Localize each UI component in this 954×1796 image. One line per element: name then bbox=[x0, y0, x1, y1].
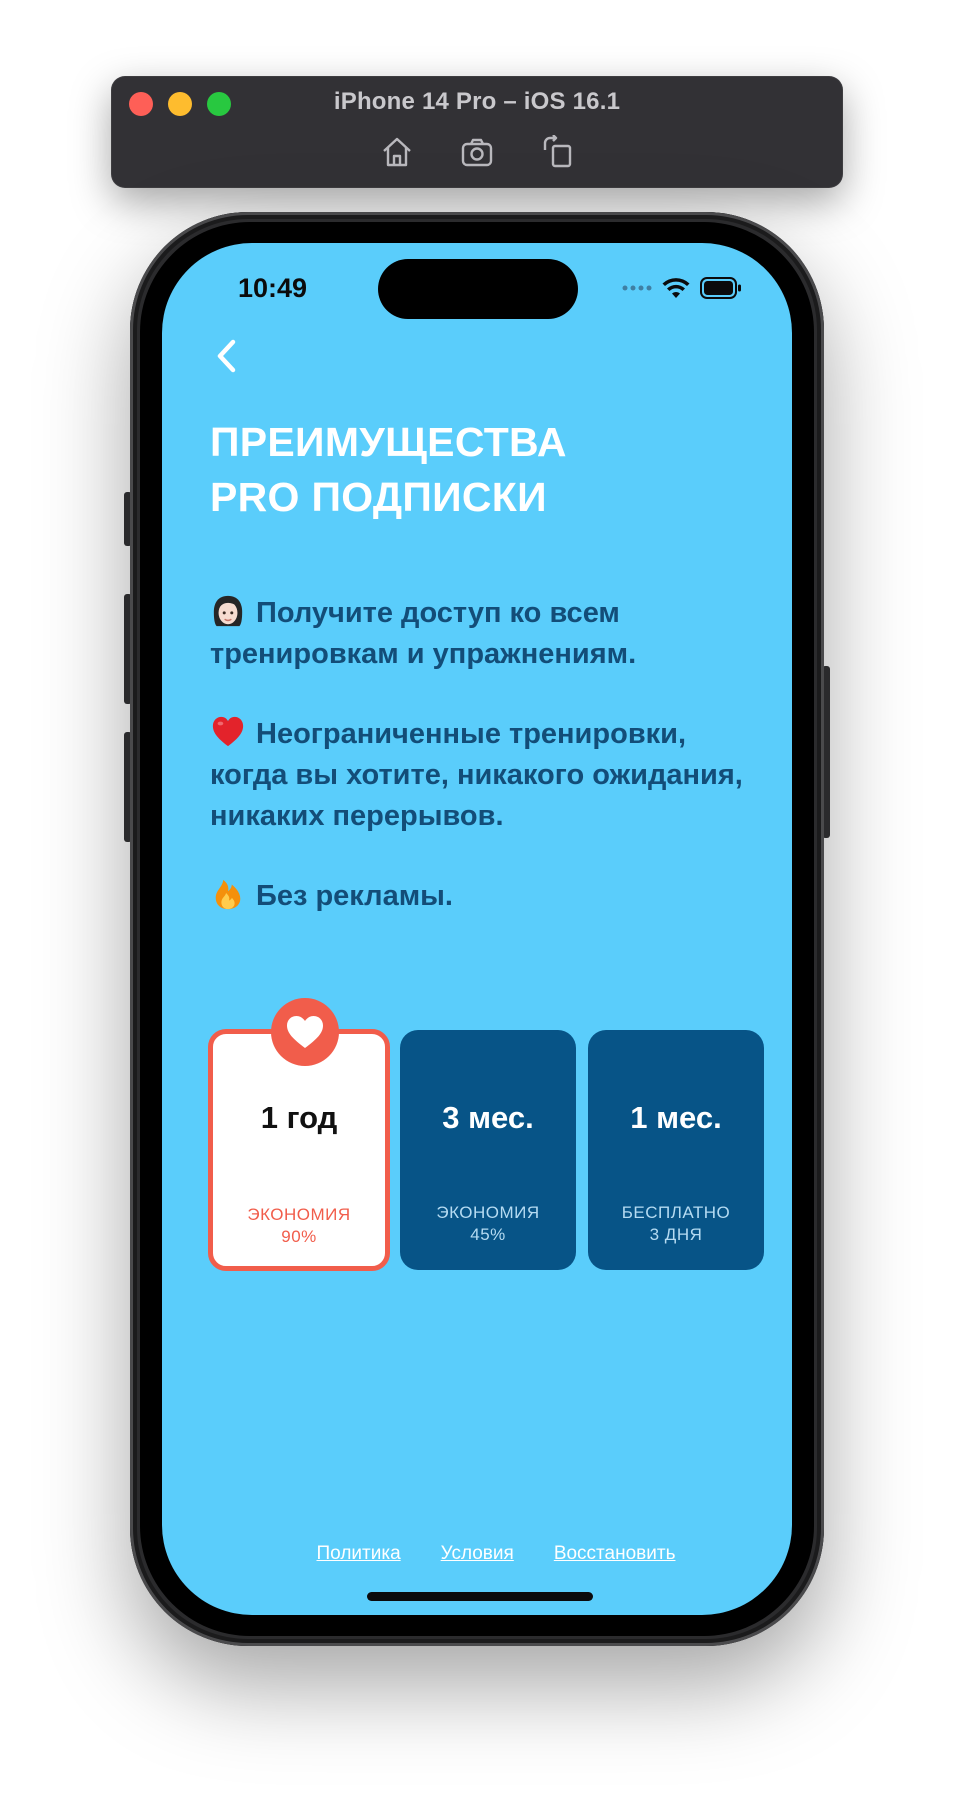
cellular-signal-icon bbox=[622, 285, 652, 291]
feature-list: Получите доступ ко всем тренировкам и уп… bbox=[210, 593, 770, 956]
page-title: ПРЕИМУЩЕСТВА PRO ПОДПИСКИ bbox=[210, 415, 567, 525]
red-heart-emoji bbox=[212, 716, 244, 747]
plan-note-line-2: 3 ДНЯ bbox=[649, 1225, 703, 1244]
plan-note: БЕСПЛАТНО 3 ДНЯ bbox=[588, 1202, 764, 1246]
feature-item: Неограниченные тренировки, когда вы хоти… bbox=[210, 714, 770, 837]
plan-card-1-year[interactable]: 1 год ЭКОНОМИЯ 90% bbox=[208, 998, 390, 1271]
screenshot-icon[interactable] bbox=[459, 134, 495, 170]
feature-text: Неограниченные тренировки, когда вы хоти… bbox=[210, 718, 743, 832]
woman-face-emoji bbox=[213, 595, 243, 627]
title-line-2: PRO ПОДПИСКИ bbox=[210, 474, 547, 520]
fire-emoji bbox=[215, 879, 241, 910]
status-time: 10:49 bbox=[238, 273, 308, 303]
terms-link[interactable]: Условия bbox=[441, 1543, 514, 1565]
home-icon[interactable] bbox=[379, 134, 415, 170]
wifi-icon bbox=[662, 278, 690, 298]
chevron-left-icon bbox=[217, 339, 236, 373]
plan-note-line-1: ЭКОНОМИЯ bbox=[247, 1205, 351, 1224]
simulator-title: iPhone 14 Pro – iOS 16.1 bbox=[333, 88, 621, 115]
plan-selector: 1 год ЭКОНОМИЯ 90% 3 мес. ЭКОНОМИЯ 45% 1… bbox=[208, 998, 772, 1271]
app-screen: 10:49 ПРЕИМУЩЕСТВА PRO ПОДПИСКИ Получите… bbox=[162, 243, 792, 1615]
plan-note: ЭКОНОМИЯ 90% bbox=[213, 1204, 385, 1248]
rotate-icon[interactable] bbox=[539, 134, 575, 170]
battery-icon bbox=[700, 277, 741, 299]
plan-name: 1 мес. bbox=[630, 1100, 722, 1135]
plan-note-line-1: БЕСПЛАТНО bbox=[621, 1203, 731, 1222]
policy-link[interactable]: Политика bbox=[317, 1543, 401, 1565]
title-line-1: ПРЕИМУЩЕСТВА bbox=[210, 419, 567, 465]
plan-card-1-month[interactable]: 1 мес. БЕСПЛАТНО 3 ДНЯ bbox=[588, 1030, 764, 1270]
plan-name: 1 год bbox=[260, 1100, 338, 1135]
heart-icon bbox=[287, 1016, 323, 1048]
dynamic-island bbox=[378, 259, 578, 319]
home-indicator[interactable] bbox=[367, 1592, 593, 1601]
simulator-title-bar: iPhone 14 Pro – iOS 16.1 bbox=[111, 76, 843, 188]
plan-name: 3 мес. bbox=[442, 1100, 534, 1135]
plan-note-line-2: 90% bbox=[281, 1227, 317, 1246]
simulator-stage: iPhone 14 Pro – iOS 16.1 10:49 ПРЕИМУЩЕС… bbox=[0, 0, 954, 1796]
feature-item: Без рекламы. bbox=[210, 876, 770, 917]
status-icons bbox=[622, 277, 742, 299]
favorite-badge bbox=[271, 998, 339, 1066]
restore-purchases-link[interactable]: Восстановить bbox=[554, 1543, 676, 1565]
feature-item: Получите доступ ко всем тренировкам и уп… bbox=[210, 593, 770, 675]
feature-text: Получите доступ ко всем тренировкам и уп… bbox=[210, 597, 637, 670]
plan-note: ЭКОНОМИЯ 45% bbox=[400, 1202, 576, 1246]
feature-text: Без рекламы. bbox=[256, 880, 453, 912]
plan-card-3-months[interactable]: 3 мес. ЭКОНОМИЯ 45% bbox=[400, 1030, 576, 1270]
back-button[interactable] bbox=[206, 331, 246, 381]
simulator-toolbar bbox=[111, 134, 843, 172]
plan-note-line-2: 45% bbox=[470, 1225, 506, 1244]
plan-note-line-1: ЭКОНОМИЯ bbox=[436, 1203, 540, 1222]
footer-links: Политика Условия Восстановить bbox=[162, 1543, 792, 1565]
